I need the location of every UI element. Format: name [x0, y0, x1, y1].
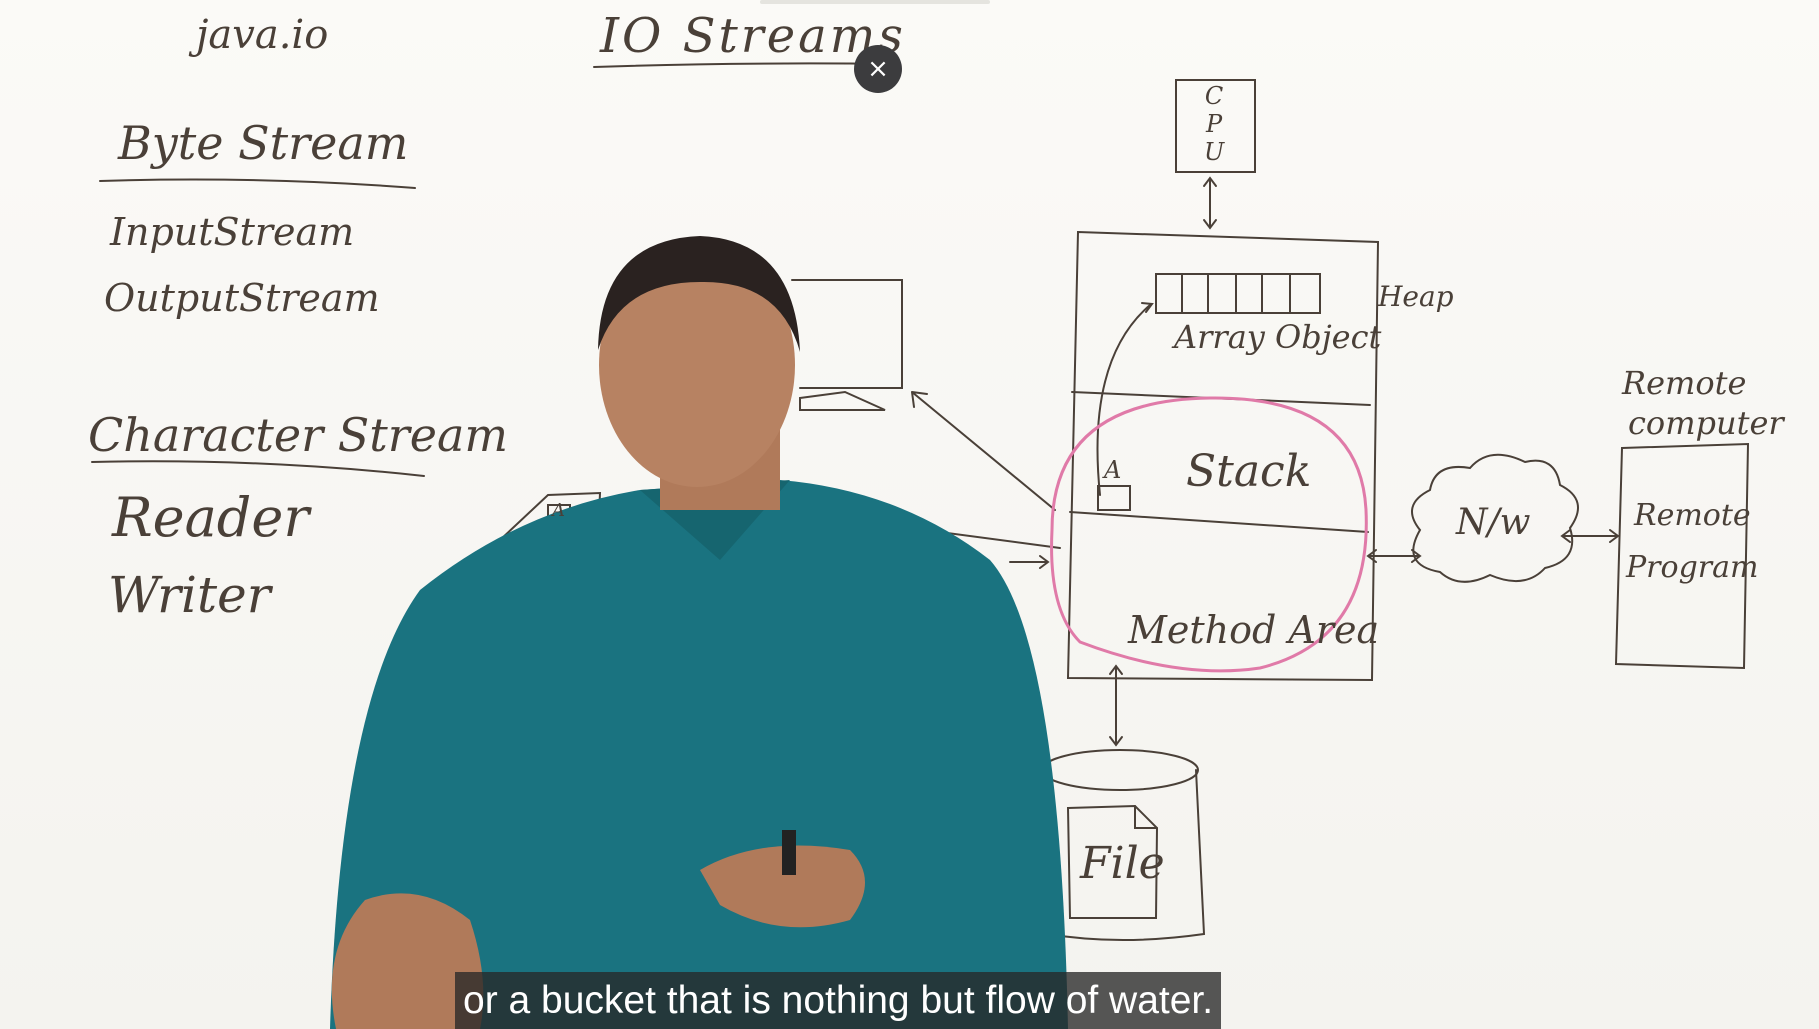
- stack-var-a-label: A: [1104, 456, 1122, 484]
- output-stream-label: OutputStream: [104, 276, 380, 320]
- keyboard-key-label: A: [552, 500, 565, 521]
- close-button[interactable]: ×: [854, 45, 902, 93]
- remote-program-label-line1: Remote: [1634, 498, 1751, 533]
- video-frame: java.io IO Streams Byte Stream InputStre…: [0, 0, 1819, 1029]
- array-object-label: Array Object: [1174, 318, 1382, 356]
- byte-stream-heading: Byte Stream: [118, 116, 409, 170]
- heap-label: Heap: [1378, 280, 1454, 313]
- character-stream-heading: Character Stream: [88, 408, 508, 462]
- file-label: File: [1080, 838, 1165, 889]
- remote-program-label-line2: Program: [1626, 550, 1759, 585]
- writer-label: Writer: [108, 566, 271, 624]
- stack-label: Stack: [1186, 446, 1312, 497]
- cpu-label: CPU: [1204, 82, 1225, 166]
- close-icon: ×: [867, 54, 889, 84]
- remote-computer-label-line2: computer: [1628, 404, 1784, 442]
- input-stream-label: InputStream: [110, 210, 355, 254]
- presenter: [330, 236, 1068, 1029]
- remote-computer-label-line1: Remote: [1622, 364, 1747, 402]
- method-area-label: Method Area: [1128, 608, 1380, 652]
- caption-subtitle: or a bucket that is nothing but flow of …: [455, 972, 1222, 1029]
- network-label: N/w: [1456, 502, 1531, 543]
- package-label: java.io: [196, 12, 329, 58]
- reader-label: Reader: [112, 486, 310, 549]
